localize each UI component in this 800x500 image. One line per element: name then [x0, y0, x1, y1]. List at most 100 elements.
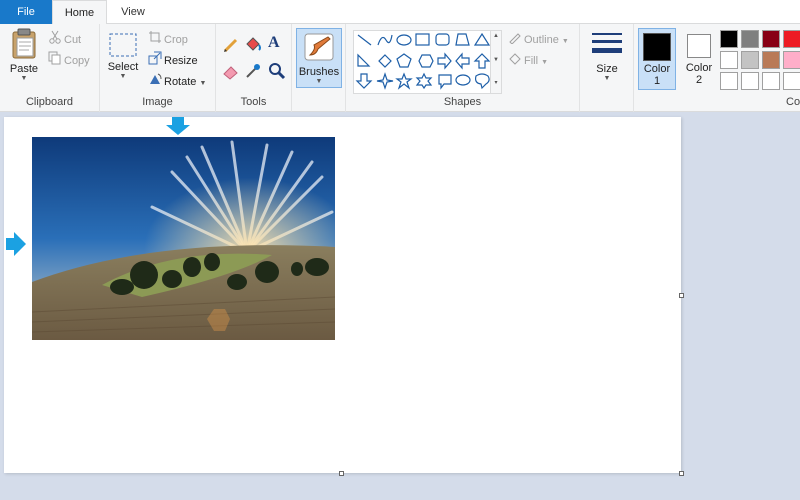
resize-button[interactable]: Resize [148, 51, 198, 69]
landscape-photo [32, 137, 335, 340]
right-arrow-shape-icon [437, 52, 452, 70]
pentagon-shape-icon [396, 53, 412, 68]
crop-button[interactable]: Crop [148, 30, 188, 48]
four-point-star-shape-icon [376, 72, 394, 90]
brushes-button[interactable]: Brushes ▼ [296, 28, 342, 88]
text-button[interactable]: A [268, 34, 280, 52]
cut-button[interactable]: Cut [48, 30, 81, 48]
resize-icon [148, 51, 164, 71]
tab-file[interactable]: File [0, 0, 52, 24]
size-button[interactable]: Size ▼ [588, 30, 626, 83]
palette-swatch[interactable] [720, 30, 738, 48]
colors-group: Color 1 Color 2 Co [634, 24, 800, 112]
six-point-star-shape-icon [415, 72, 433, 90]
canvas-resize-handle-right[interactable] [679, 293, 684, 298]
rectangle-shape-icon [415, 33, 430, 46]
palette-swatch[interactable] [741, 30, 759, 48]
pencil-button[interactable] [222, 36, 240, 57]
chevron-down-icon: ▼ [541, 58, 549, 66]
chevron-down-icon: ▼ [199, 79, 207, 87]
scissors-icon [48, 30, 64, 50]
chevron-down-icon: ▼ [119, 73, 127, 80]
right-triangle-shape-icon [357, 53, 371, 67]
palette-swatch[interactable] [741, 51, 759, 69]
copy-icon [48, 51, 64, 71]
palette-swatch[interactable] [720, 51, 738, 69]
rotate-button[interactable]: Rotate ▼ [148, 72, 206, 90]
top-position-arrow-icon [166, 117, 190, 138]
copy-button[interactable]: Copy [48, 51, 90, 69]
curve-shape-icon [377, 34, 393, 46]
color1-number: 1 [653, 75, 661, 87]
palette-swatch[interactable] [720, 72, 738, 90]
image-group: Select ▼ Crop Resize Rotate ▼ Image [100, 24, 216, 112]
shapes-gallery [353, 30, 495, 94]
scroll-down-icon[interactable]: ▼ [491, 57, 501, 63]
crop-icon [148, 30, 164, 50]
shapes-group-label: Shapes [443, 96, 482, 108]
palette-swatch[interactable] [783, 72, 800, 90]
brushes-label: Brushes [298, 66, 340, 78]
brushes-group: Brushes ▼ [292, 24, 346, 112]
fill-style-icon [508, 51, 524, 71]
canvas-resize-handle-bottom[interactable] [339, 471, 344, 476]
magnifier-icon [269, 63, 286, 80]
oval-callout-shape-icon [455, 74, 471, 86]
oval-shape-icon [396, 34, 412, 46]
clipboard-group: Paste ▼ Cut Copy Clipboard [0, 24, 100, 112]
chevron-down-icon: ▼ [315, 78, 323, 85]
line-size-icon [592, 33, 622, 53]
fill-style-button[interactable]: Fill ▼ [508, 51, 548, 69]
magnifier-button[interactable] [268, 62, 286, 83]
fill-button[interactable] [244, 36, 262, 57]
outline-button[interactable]: Outline ▼ [508, 30, 569, 48]
tab-view[interactable]: View [107, 0, 159, 24]
hexagon-shape-icon [418, 54, 434, 68]
expand-gallery-icon[interactable]: ▾ [491, 79, 501, 86]
palette-swatch[interactable] [783, 51, 800, 69]
color1-button[interactable]: Color 1 [638, 28, 676, 90]
tools-group: A Tools [216, 24, 292, 112]
rounded-rectangle-shape-icon [435, 33, 450, 46]
palette-swatch[interactable] [762, 72, 780, 90]
pasted-landscape-image[interactable] [32, 137, 335, 340]
tab-home[interactable]: Home [52, 0, 107, 25]
color-picker-button[interactable] [244, 62, 262, 83]
chevron-down-icon: ▼ [20, 75, 28, 82]
rounded-callout-shape-icon [438, 74, 452, 90]
image-group-label: Image [142, 96, 173, 108]
fill-bucket-icon [246, 37, 261, 51]
shapes-grid [355, 32, 491, 90]
triangle-shape-icon [473, 32, 491, 46]
cut-label: Cut [64, 33, 82, 46]
clipboard-group-label: Clipboard [25, 96, 74, 108]
shapes-scrollbar[interactable]: ▲ ▼ ▾ [490, 30, 502, 94]
eraser-icon [223, 66, 238, 80]
palette-swatch[interactable] [762, 51, 780, 69]
color-picker-icon [246, 64, 260, 78]
color2-button[interactable]: Color 2 [680, 28, 718, 90]
five-point-star-shape-icon [395, 72, 413, 90]
canvas-resize-handle-corner[interactable] [679, 471, 684, 476]
palette-swatch[interactable] [762, 30, 780, 48]
up-arrow-shape-icon [473, 53, 491, 69]
paste-label: Paste [9, 63, 39, 75]
chevron-down-icon: ▼ [603, 75, 611, 82]
eraser-button[interactable] [222, 62, 240, 83]
color1-label: Color [643, 63, 671, 75]
palette-swatch[interactable] [741, 72, 759, 90]
tools-group-label: Tools [240, 96, 267, 108]
select-button[interactable]: Select ▼ [106, 32, 140, 81]
color2-number: 2 [695, 74, 703, 86]
line-shape-icon [357, 34, 372, 46]
ribbon-tabbar: File Home View [0, 0, 800, 25]
scroll-up-icon[interactable]: ▲ [491, 33, 501, 39]
pencil-icon [223, 38, 238, 53]
paste-icon [12, 28, 36, 59]
palette-swatch[interactable] [783, 30, 800, 48]
down-arrow-shape-icon [355, 73, 373, 89]
size-group: Size ▼ [580, 24, 634, 112]
colors-group-label: Co [786, 96, 800, 108]
outline-label: Outline [524, 33, 559, 46]
paste-button[interactable]: Paste ▼ [6, 28, 42, 83]
